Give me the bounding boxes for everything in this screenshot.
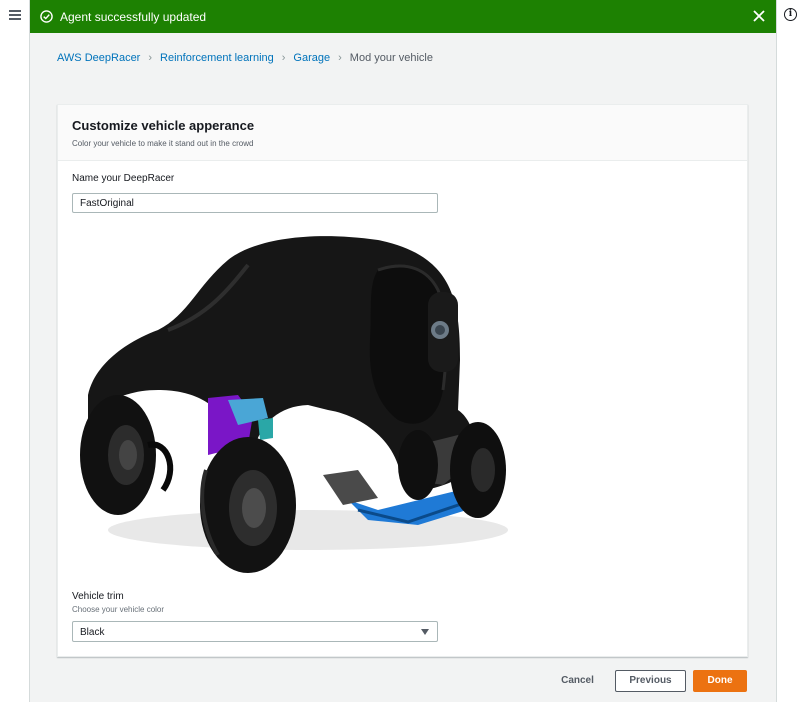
menu-icon[interactable]	[9, 10, 21, 20]
name-label: Name your DeepRacer	[72, 173, 175, 184]
right-tools-rail: i	[776, 0, 804, 702]
previous-button[interactable]: Previous	[615, 670, 686, 692]
vehicle-trim-select[interactable]: Black	[72, 621, 438, 642]
success-check-icon	[40, 10, 53, 23]
breadcrumb: AWS DeepRacer › Reinforcement learning ›…	[57, 52, 433, 64]
card-description: Color your vehicle to make it stand out …	[72, 139, 254, 148]
vehicle-preview-image	[80, 236, 508, 573]
chevron-right-icon: ›	[281, 52, 286, 64]
caret-down-icon	[421, 629, 429, 635]
done-button[interactable]: Done	[693, 670, 747, 692]
vehicle-trim-description: Choose your vehicle color	[72, 605, 165, 614]
left-navigation-rail	[0, 0, 30, 702]
breadcrumb-reinforcement-learning[interactable]: Reinforcement learning	[160, 52, 274, 64]
close-icon[interactable]	[752, 9, 766, 23]
info-icon[interactable]: i	[784, 8, 797, 21]
customize-vehicle-card: Customize vehicle apperance Color your v…	[57, 104, 748, 657]
card-header: Customize vehicle apperance Color your v…	[58, 105, 747, 161]
chevron-right-icon: ›	[338, 52, 342, 64]
success-flash-bar: Agent successfully updated	[30, 0, 776, 33]
chevron-right-icon: ›	[148, 52, 153, 64]
vehicle-trim-label: Vehicle trim	[72, 591, 124, 602]
breadcrumb-aws-deepracer[interactable]: AWS DeepRacer	[57, 52, 140, 64]
vehicle-trim-value: Black	[80, 627, 105, 638]
deepracer-name-input[interactable]	[72, 193, 438, 213]
breadcrumb-current: Mod your vehicle	[349, 52, 433, 64]
breadcrumb-garage[interactable]: Garage	[293, 52, 330, 64]
cancel-button[interactable]: Cancel	[555, 670, 600, 691]
flash-message: Agent successfully updated	[60, 9, 207, 24]
card-title: Customize vehicle apperance	[72, 118, 255, 133]
